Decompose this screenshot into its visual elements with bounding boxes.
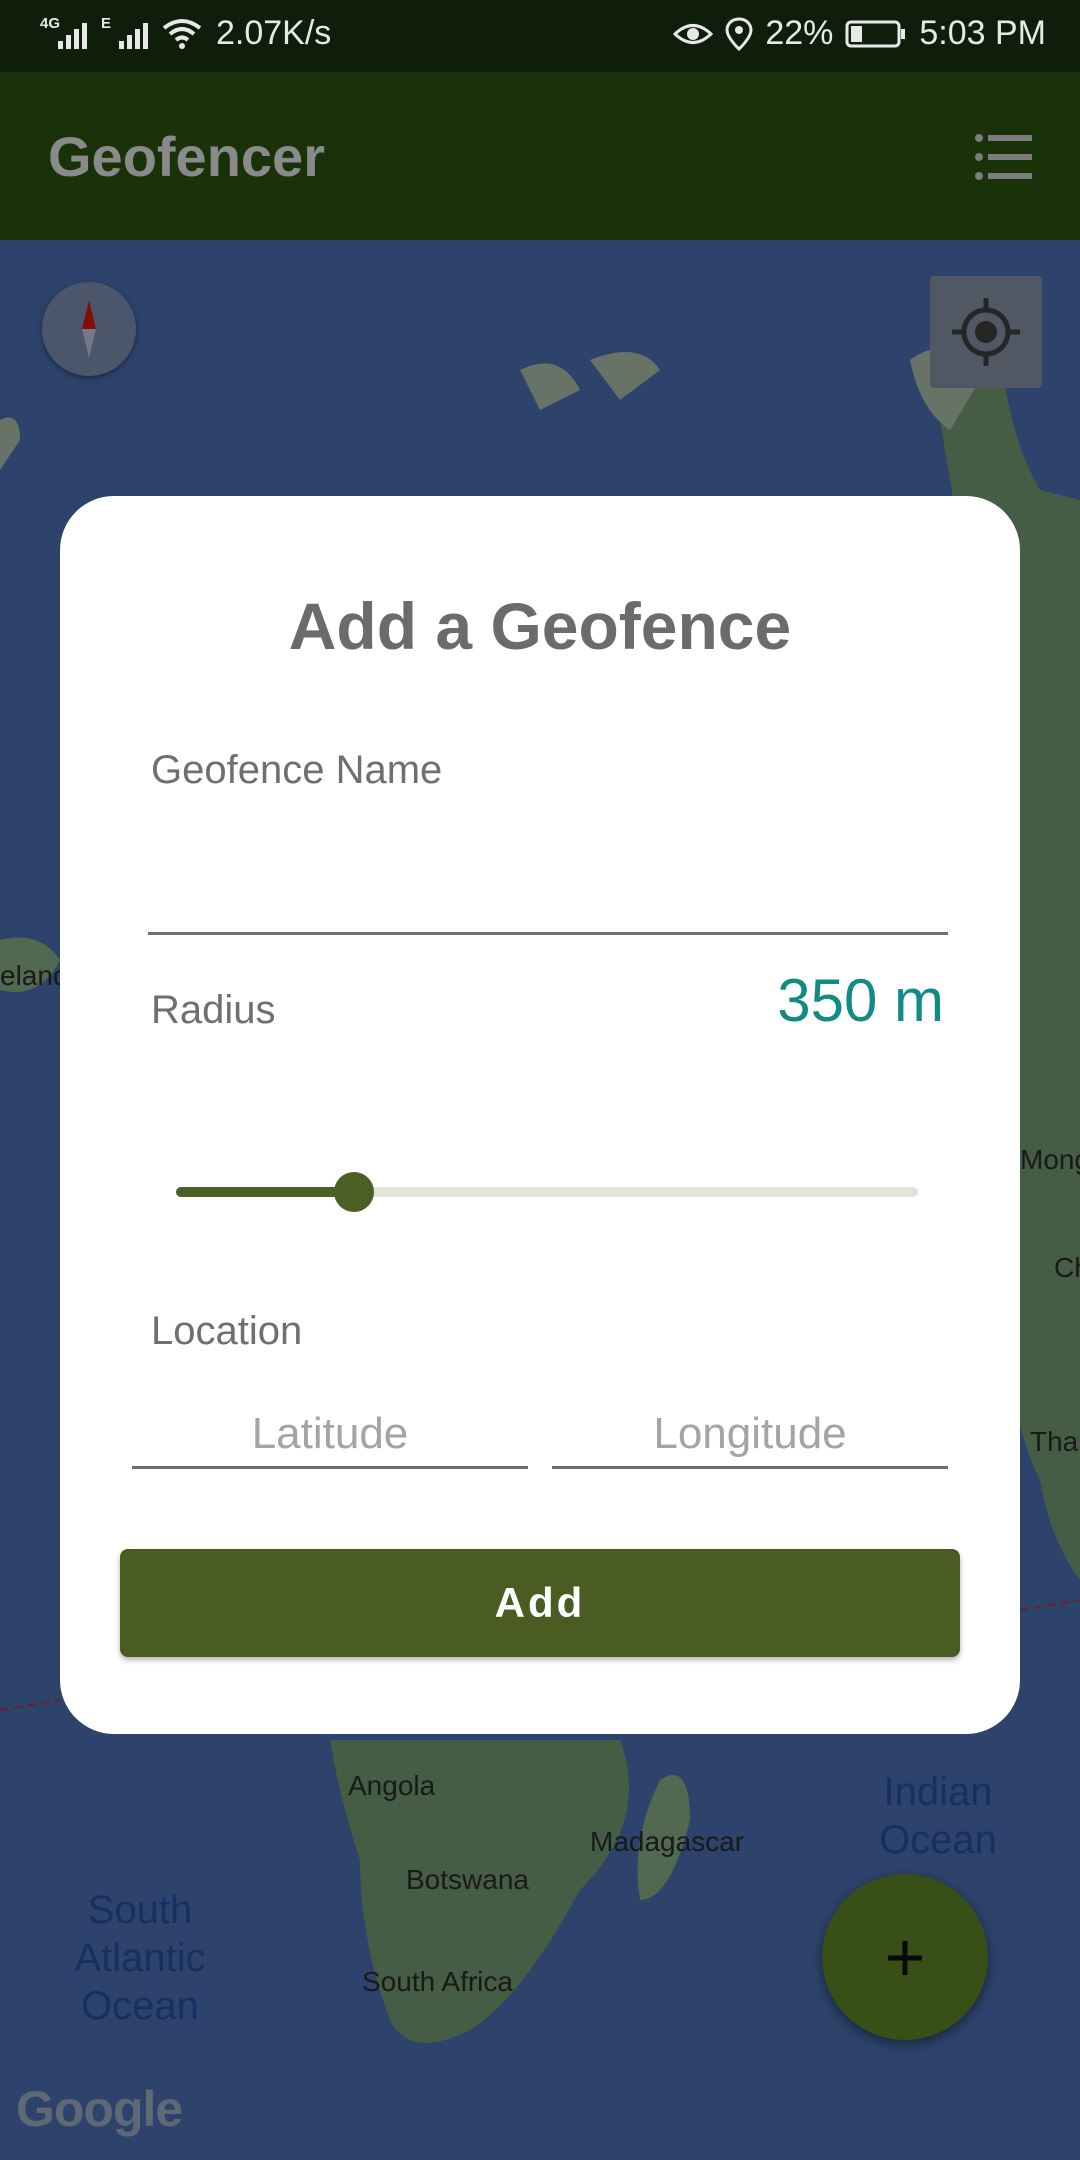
list-menu-icon[interactable] bbox=[974, 132, 1034, 182]
radius-label: Radius bbox=[151, 988, 276, 1032]
slider-thumb[interactable] bbox=[334, 1172, 375, 1212]
latitude-input[interactable] bbox=[132, 1402, 528, 1469]
status-bar: 4G E 2.07K/s 22% 5:03 PM bbox=[0, 0, 1080, 72]
geofence-name-label: Geofence Name bbox=[151, 748, 443, 792]
radius-value: 350 m bbox=[777, 967, 944, 1034]
geofence-name-underline bbox=[148, 932, 948, 935]
eye-icon bbox=[673, 23, 714, 44]
app-title: Geofencer bbox=[48, 125, 325, 188]
longitude-input[interactable] bbox=[552, 1402, 948, 1469]
battery-percent: 22% bbox=[765, 14, 834, 52]
geofence-name-input[interactable] bbox=[148, 864, 948, 928]
add-geofence-dialog: Add a Geofence Geofence Name Radius 350 … bbox=[60, 496, 1020, 1734]
radius-slider[interactable] bbox=[176, 1172, 918, 1212]
add-button[interactable]: Add bbox=[120, 1549, 960, 1657]
network-speed: 2.07K/s bbox=[216, 14, 332, 52]
app-bar: Geofencer bbox=[0, 72, 1080, 240]
wifi-icon bbox=[162, 18, 202, 49]
cell-signal-icon: 4G bbox=[40, 15, 87, 49]
location-label: Location bbox=[151, 1309, 303, 1353]
slider-fill bbox=[176, 1187, 355, 1197]
battery-icon bbox=[845, 20, 906, 47]
dialog-title: Add a Geofence bbox=[288, 589, 792, 663]
clock: 5:03 PM bbox=[919, 14, 1046, 52]
cell-signal-icon-2: E bbox=[101, 15, 148, 49]
location-pin-icon bbox=[725, 16, 753, 51]
